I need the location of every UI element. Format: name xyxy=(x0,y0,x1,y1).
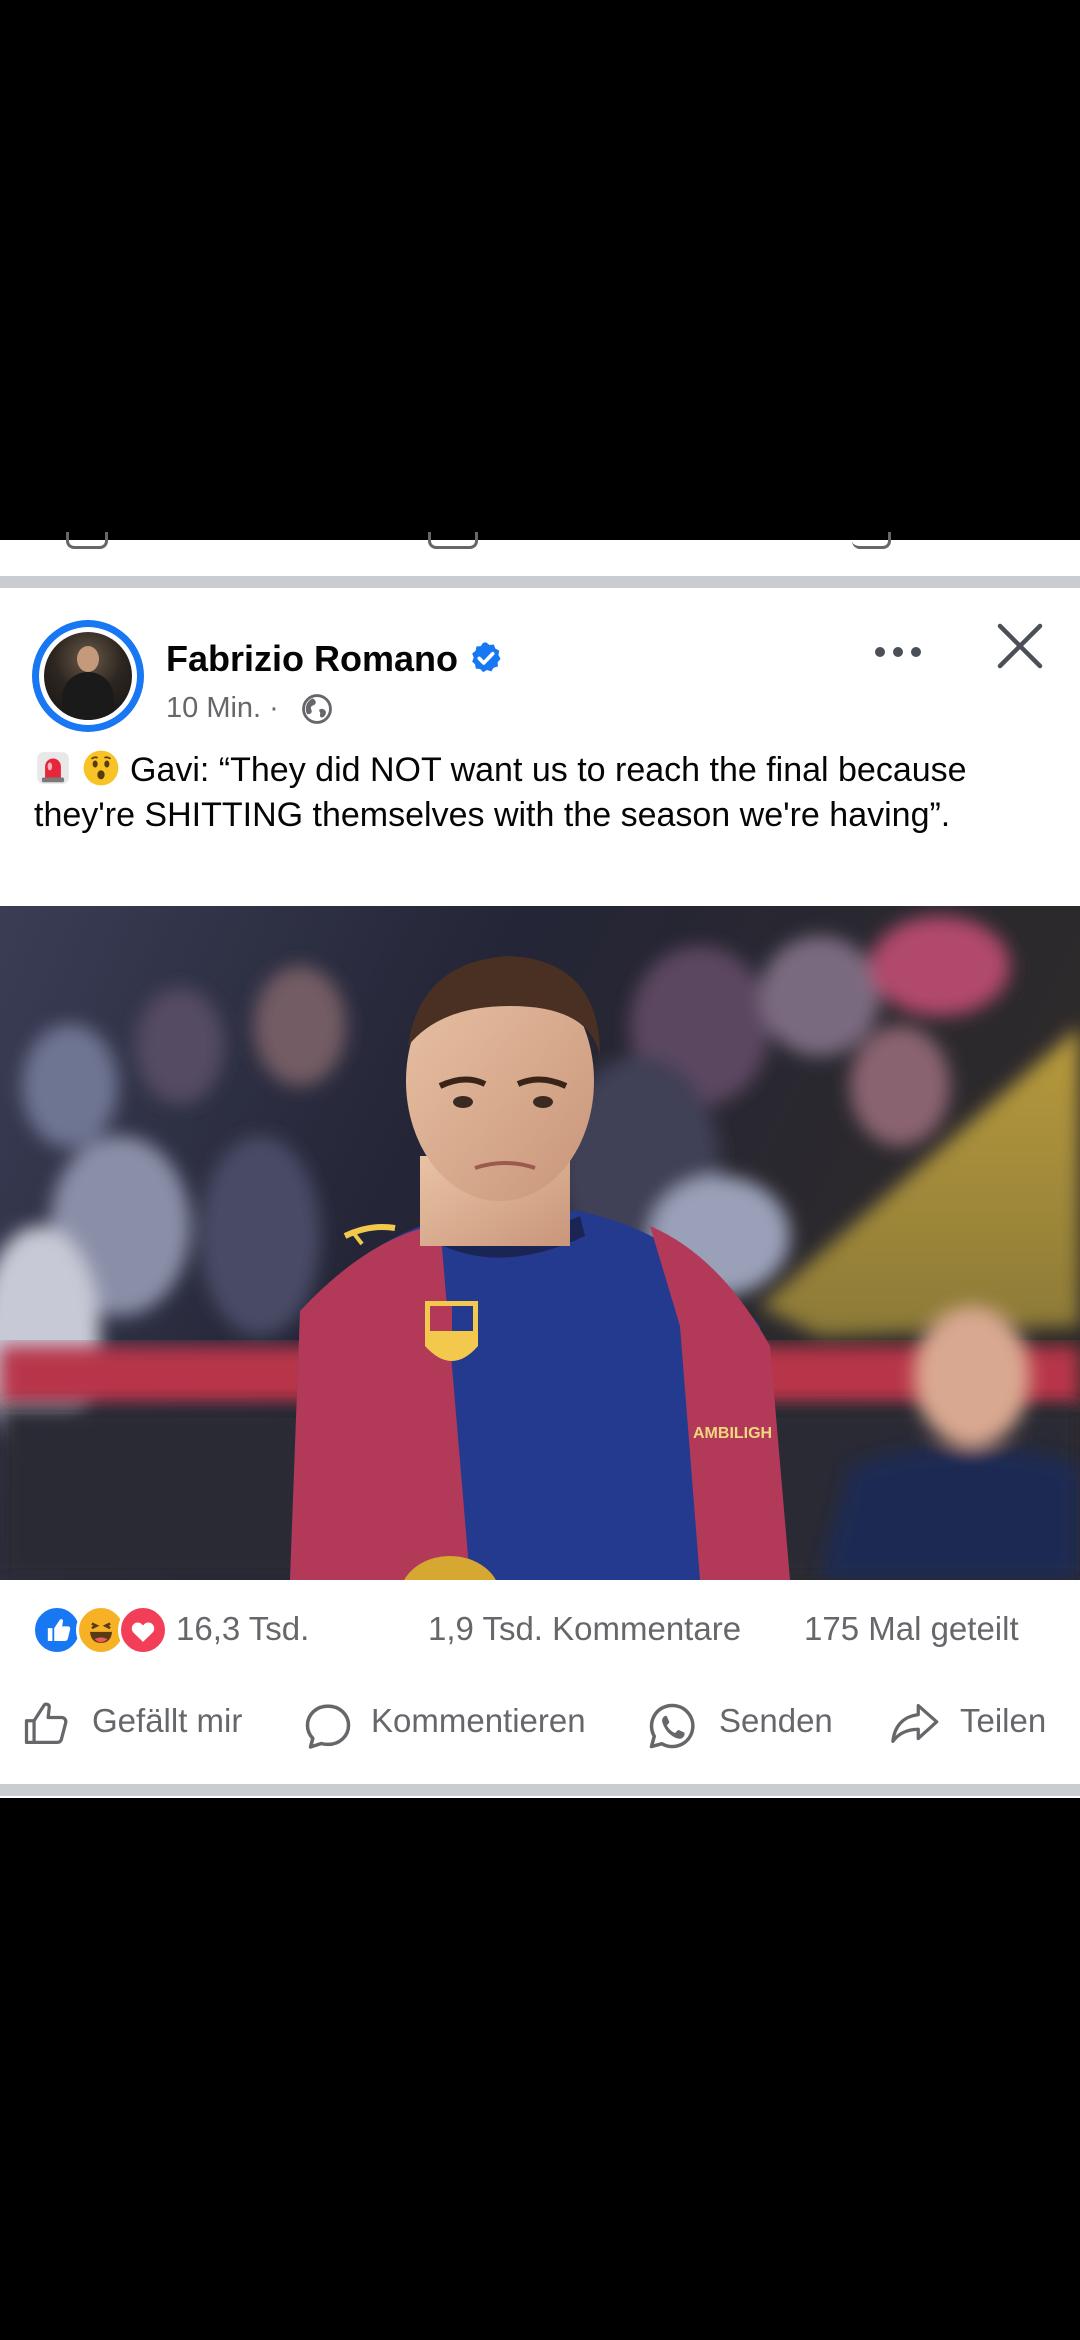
share-arrow-icon xyxy=(891,1703,939,1743)
love-reaction-icon[interactable] xyxy=(118,1605,168,1655)
avatar-photo xyxy=(44,632,132,720)
previous-comment-icon xyxy=(428,532,478,549)
feed-area[interactable]: Fabrizio Romano 10 Min. · Gavi: “They di… xyxy=(0,532,1080,1798)
whatsapp-icon xyxy=(649,1703,695,1749)
siren-emoji-icon xyxy=(37,752,69,784)
globe-icon xyxy=(302,694,332,724)
send-button[interactable]: Senden xyxy=(640,1672,880,1768)
black-overlay-top xyxy=(0,0,1080,540)
like-reaction-icon[interactable] xyxy=(32,1605,82,1655)
screen: Fabrizio Romano 10 Min. · Gavi: “They di… xyxy=(0,0,1080,2340)
previous-like-icon xyxy=(66,532,108,549)
share-button-label: Teilen xyxy=(960,1702,1047,1739)
black-overlay-bottom xyxy=(0,1798,1080,2340)
comment-bubble-icon xyxy=(305,1704,351,1749)
post-action-bar: Gefällt mir Kommentieren Senden Teilen xyxy=(0,1672,1080,1768)
comments-count[interactable]: 1,9 Tsd. Kommentare xyxy=(428,1610,741,1648)
post-card: Fabrizio Romano 10 Min. · Gavi: “They di… xyxy=(0,592,1080,1784)
thumbs-up-icon xyxy=(24,1702,68,1745)
post-separator-bottom xyxy=(0,1784,1080,1796)
send-button-label: Senden xyxy=(719,1702,833,1739)
like-button[interactable]: Gefällt mir xyxy=(0,1672,280,1768)
reaction-stats-row: 16,3 Tsd. 1,9 Tsd. Kommentare 175 Mal ge… xyxy=(0,1580,1080,1672)
post-text-block: Gavi: “They did NOT want us to reach the… xyxy=(34,748,1054,838)
post-photo[interactable]: AMBILIGH xyxy=(0,906,1080,1580)
previous-share-icon xyxy=(852,532,891,549)
post-separator-top xyxy=(0,576,1080,588)
reaction-count[interactable]: 16,3 Tsd. xyxy=(176,1610,309,1648)
astonished-face-emoji-icon xyxy=(83,750,119,786)
post-text: Gavi: “They did NOT want us to reach the… xyxy=(34,751,967,834)
verified-badge-icon xyxy=(472,642,501,673)
more-dots-icon[interactable] xyxy=(866,632,930,672)
comment-button[interactable]: Kommentieren xyxy=(290,1672,630,1768)
shares-count[interactable]: 175 Mal geteilt xyxy=(804,1610,1019,1648)
previous-post-action-bar xyxy=(0,532,1080,570)
jersey-sponsor-text: AMBILIGH xyxy=(693,1425,772,1442)
comment-button-label: Kommentieren xyxy=(371,1702,586,1739)
like-button-label: Gefällt mir xyxy=(92,1702,243,1739)
close-icon[interactable] xyxy=(994,620,1046,672)
avatar[interactable] xyxy=(32,620,144,732)
share-button[interactable]: Teilen xyxy=(880,1672,1080,1768)
post-time: 10 Min. · xyxy=(166,692,279,724)
author-name[interactable]: Fabrizio Romano xyxy=(166,638,458,680)
